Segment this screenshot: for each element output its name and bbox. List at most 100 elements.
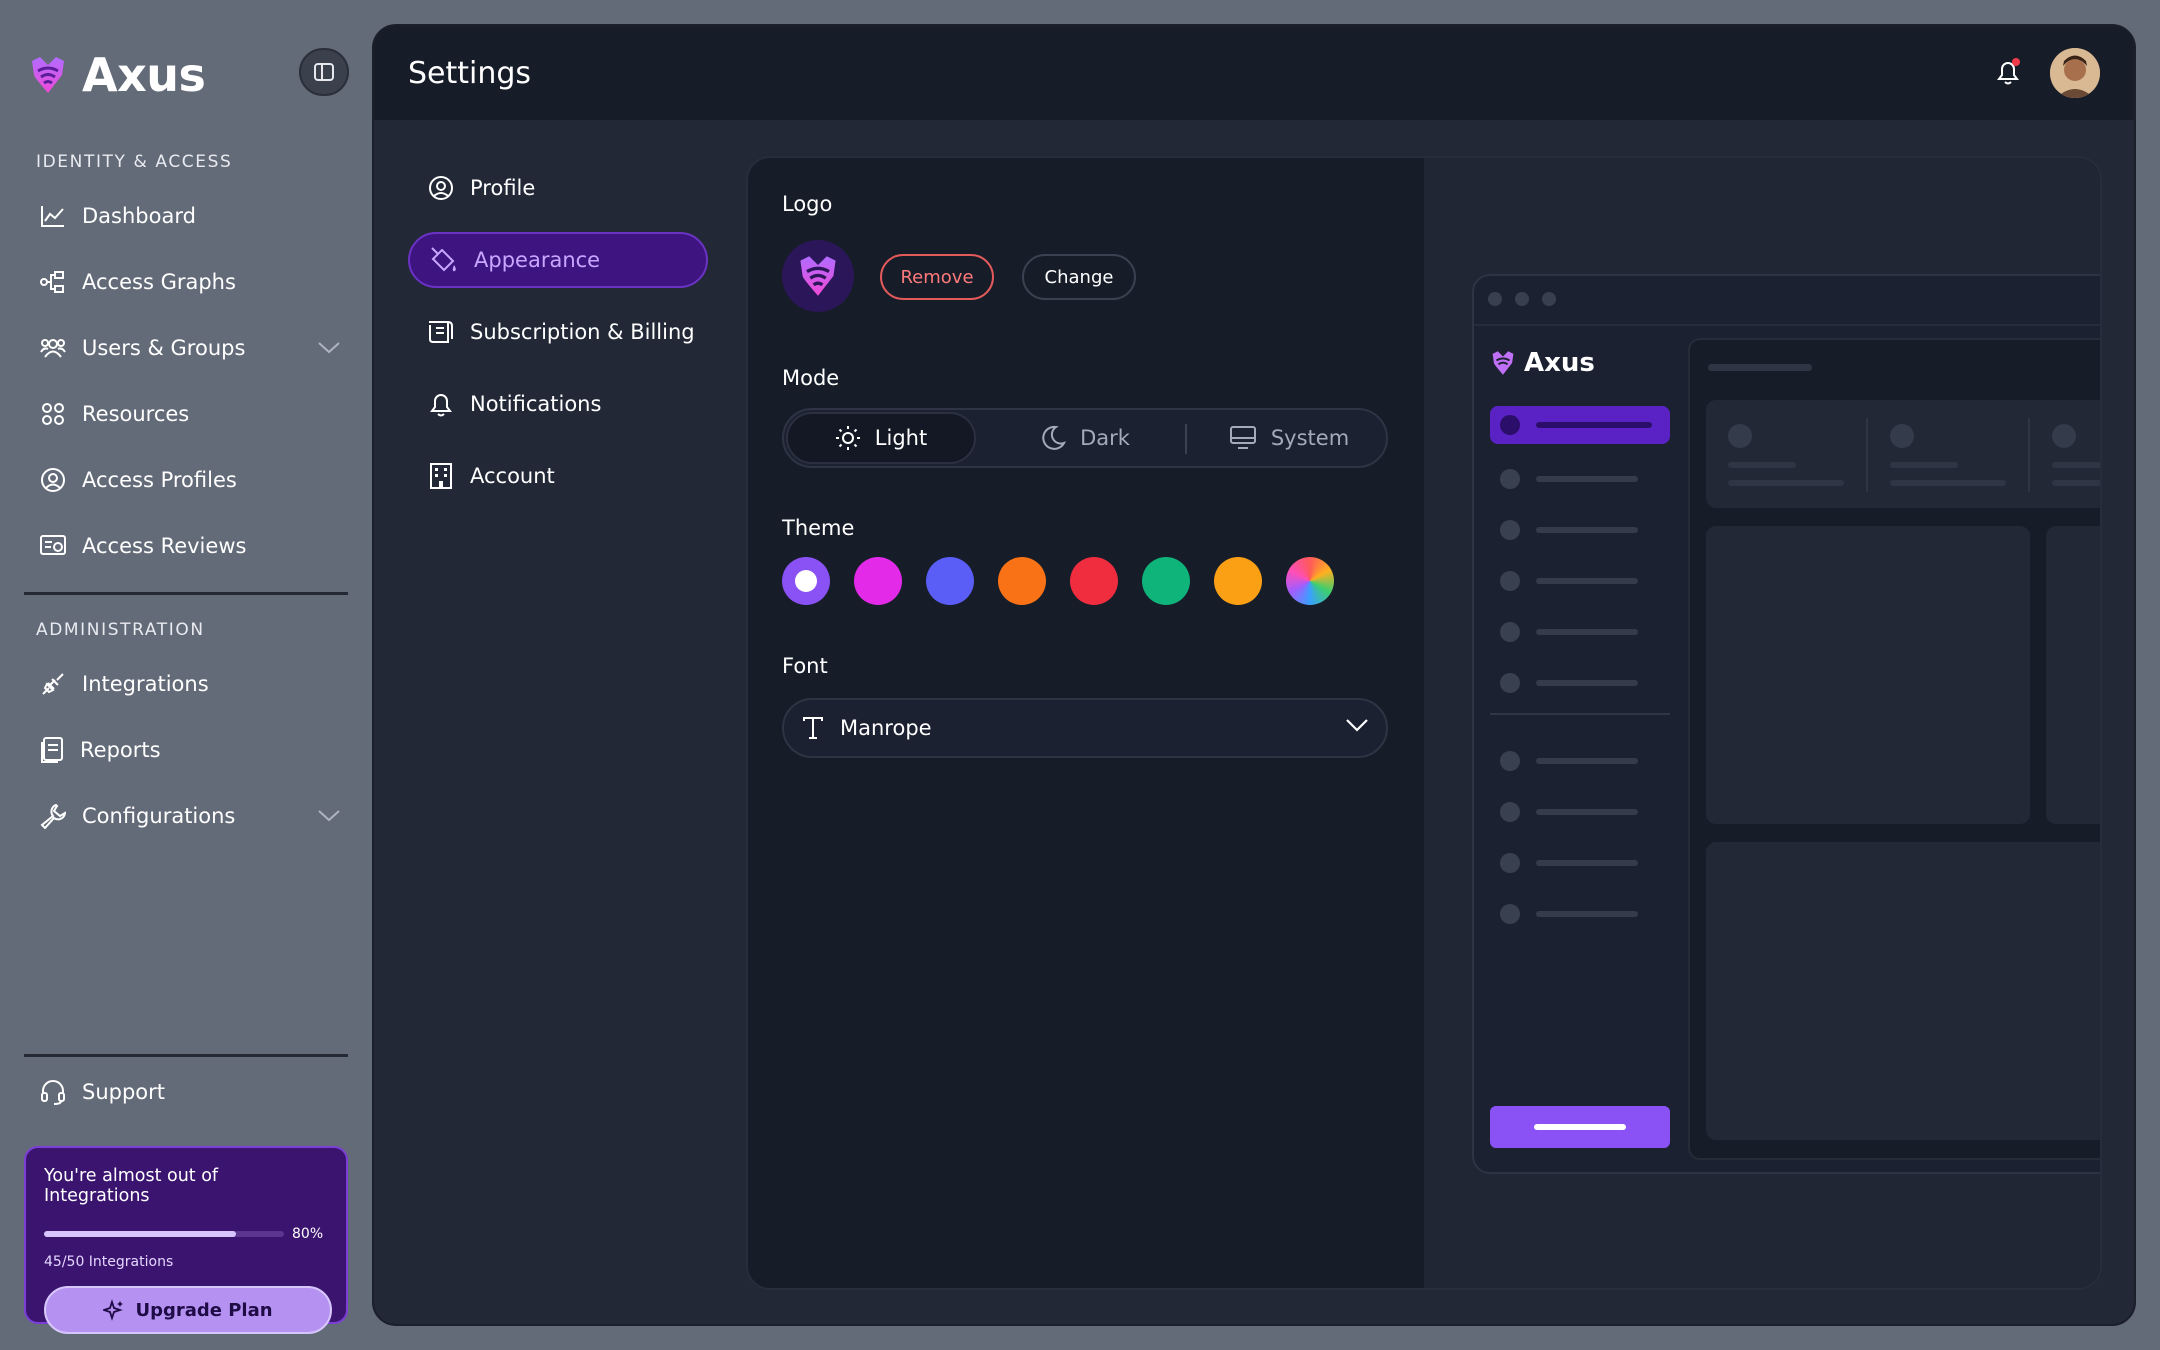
window-dot: [1488, 292, 1502, 306]
sidebar-item-dashboard[interactable]: Dashboard: [40, 191, 340, 241]
mockup-nav-item: [1490, 742, 1670, 780]
sidebar-item-label: Support: [82, 1080, 166, 1104]
chevron-down-icon: [1346, 718, 1368, 732]
theme-swatch[interactable]: [854, 557, 902, 605]
window-dot: [1515, 292, 1529, 306]
sidebar: Axus IDENTITY & ACCESS Dashboard Access …: [0, 0, 372, 1350]
theme-swatch[interactable]: [926, 557, 974, 605]
settings-nav-appearance[interactable]: Appearance: [408, 232, 708, 288]
theme-swatch[interactable]: [782, 557, 830, 605]
mode-option-system[interactable]: System: [1194, 412, 1384, 464]
sidebar-item-resources[interactable]: Resources: [40, 389, 340, 439]
settings-nav-label: Notifications: [470, 392, 602, 416]
upgrade-callout: You're almost out of Integrations 80% 45…: [24, 1146, 348, 1334]
profile-gear-icon: [40, 467, 66, 493]
theme-swatch[interactable]: [1142, 557, 1190, 605]
font-select-value: Manrope: [840, 716, 932, 740]
top-bar: Settings: [374, 26, 2134, 120]
remove-logo-button[interactable]: Remove: [880, 254, 994, 300]
settings-nav-profile[interactable]: Profile: [408, 160, 708, 216]
window-dot: [1542, 292, 1556, 306]
mode-segmented-control: Light Dark System: [782, 408, 1388, 468]
mockup-card: [2046, 526, 2100, 824]
font-select[interactable]: Manrope: [782, 698, 1388, 758]
mockup-stat-line: [1890, 462, 1958, 468]
mockup-stats-block: [1706, 400, 2100, 508]
paint-bucket-icon: [430, 247, 458, 273]
theme-label: Theme: [782, 516, 855, 540]
preview-mockup-window: Axus: [1472, 274, 2100, 1174]
mockup-nav-dot: [1500, 904, 1520, 924]
brand-name: Axus: [82, 48, 206, 102]
sidebar-item-reports[interactable]: Reports: [40, 725, 340, 775]
appearance-card: Logo Remove Change Mode Light Dark Syste…: [746, 156, 2102, 1290]
mockup-nav-item: [1490, 460, 1670, 498]
headset-icon: [40, 1079, 66, 1105]
sidebar-item-access-reviews[interactable]: Access Reviews: [40, 521, 340, 571]
settings-nav-account[interactable]: Account: [408, 448, 708, 504]
sidebar-item-support[interactable]: Support: [40, 1067, 340, 1117]
selected-indicator: [795, 570, 817, 592]
mockup-nav-dot: [1500, 802, 1520, 822]
mode-option-light[interactable]: Light: [786, 412, 976, 464]
mockup-content: [1688, 338, 2100, 1160]
mockup-nav-item: [1490, 895, 1670, 933]
mockup-nav-dot: [1500, 673, 1520, 693]
mockup-nav-line: [1536, 422, 1652, 428]
mockup-brand-name: Axus: [1524, 348, 1595, 378]
sidebar-item-users-groups[interactable]: Users & Groups: [40, 323, 340, 373]
mockup-nav-dot: [1500, 469, 1520, 489]
mode-option-label: Dark: [1080, 426, 1130, 450]
sidebar-item-configurations[interactable]: Configurations: [40, 791, 340, 841]
upgrade-plan-button[interactable]: Upgrade Plan: [44, 1286, 332, 1334]
main-panel: Settings Profile Appearance Subscription…: [372, 24, 2136, 1326]
mockup-nav-dot: [1500, 520, 1520, 540]
section-label-identity: IDENTITY & ACCESS: [36, 152, 233, 172]
mockup-brand: Axus: [1490, 348, 1595, 378]
sidebar-item-label: Reports: [80, 738, 161, 762]
mode-label: Mode: [782, 366, 840, 390]
brand[interactable]: Axus: [28, 48, 206, 102]
sidebar-item-access-graphs[interactable]: Access Graphs: [40, 257, 340, 307]
mockup-stat-line: [1890, 480, 2006, 486]
moon-icon: [1040, 425, 1067, 451]
change-logo-button[interactable]: Change: [1022, 254, 1136, 300]
sidebar-item-label: Configurations: [82, 804, 236, 828]
logo-preview: [782, 240, 854, 312]
integrations-progress-bar: [44, 1231, 284, 1237]
sidebar-collapse-button[interactable]: [299, 48, 349, 96]
mockup-stat-circle: [2052, 424, 2076, 448]
theme-swatch[interactable]: [1214, 557, 1262, 605]
mockup-stat-line: [2052, 480, 2100, 486]
upsell-title: You're almost out of Integrations: [44, 1166, 219, 1206]
mockup-nav-dot: [1500, 571, 1520, 591]
mockup-stat-line: [1728, 480, 1844, 486]
notification-bell-icon[interactable]: [1994, 57, 2022, 87]
sidebar-item-integrations[interactable]: Integrations: [40, 659, 340, 709]
integrations-count: 45/50 Integrations: [44, 1254, 174, 1270]
mockup-nav-line: [1536, 809, 1638, 815]
sidebar-item-label: Dashboard: [82, 204, 196, 228]
mockup-nav-line: [1536, 578, 1638, 584]
theme-swatch[interactable]: [998, 557, 1046, 605]
settings-nav-subscription-billing[interactable]: Subscription & Billing: [408, 304, 708, 360]
theme-swatch[interactable]: [1070, 557, 1118, 605]
monitor-icon: [1229, 425, 1257, 451]
sidebar-item-label: Resources: [82, 402, 190, 426]
chevron-down-icon[interactable]: [318, 810, 340, 822]
building-icon: [428, 462, 454, 490]
mockup-nav-line: [1536, 527, 1638, 533]
sidebar-item-access-profiles[interactable]: Access Profiles: [40, 455, 340, 505]
sparkle-icon: [103, 1299, 125, 1321]
page-title: Settings: [408, 55, 532, 91]
mockup-heading-line: [1708, 364, 1812, 371]
avatar[interactable]: [2050, 48, 2100, 98]
mode-option-dark[interactable]: Dark: [990, 412, 1180, 464]
chevron-down-icon[interactable]: [318, 342, 340, 354]
sidebar-item-label: Access Reviews: [82, 534, 247, 558]
theme-swatch[interactable]: [1286, 557, 1334, 605]
settings-nav-notifications[interactable]: Notifications: [408, 376, 708, 432]
users-icon: [40, 336, 66, 360]
mockup-stat-divider: [1866, 418, 1868, 492]
mockup-nav-dot: [1500, 853, 1520, 873]
